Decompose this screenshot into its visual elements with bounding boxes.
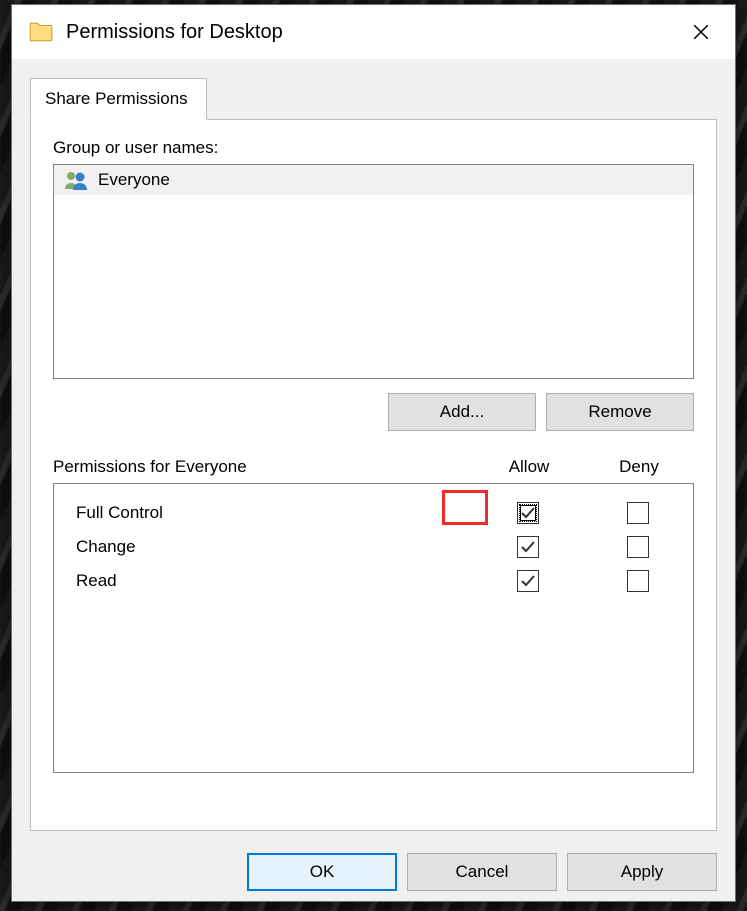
permission-row-read: Read xyxy=(54,564,693,598)
remove-button[interactable]: Remove xyxy=(546,393,694,431)
close-icon xyxy=(692,23,710,41)
permission-name: Full Control xyxy=(76,503,473,523)
permission-name: Change xyxy=(76,537,473,557)
group-buttons: Add... Remove xyxy=(53,393,694,431)
permission-row-change: Change xyxy=(54,530,693,564)
list-item[interactable]: Everyone xyxy=(54,165,693,195)
permission-row-full-control: Full Control xyxy=(54,496,693,530)
cancel-button[interactable]: Cancel xyxy=(407,853,557,891)
title-bar: Permissions for Desktop xyxy=(12,5,735,59)
permissions-dialog: Permissions for Desktop Share Permission… xyxy=(11,4,736,902)
dialog-footer: OK Cancel Apply xyxy=(12,843,735,901)
group-user-names-label: Group or user names: xyxy=(53,138,694,158)
deny-change-checkbox[interactable] xyxy=(627,536,649,558)
list-item-label: Everyone xyxy=(98,170,170,190)
allow-column-header: Allow xyxy=(474,457,584,477)
allow-full-control-checkbox[interactable] xyxy=(517,502,539,524)
add-button[interactable]: Add... xyxy=(388,393,536,431)
tab-share-permissions[interactable]: Share Permissions xyxy=(30,78,207,120)
window-title: Permissions for Desktop xyxy=(66,21,283,44)
group-icon xyxy=(62,169,90,191)
deny-column-header: Deny xyxy=(584,457,694,477)
tab-panel: Group or user names: Everyone Add xyxy=(30,119,717,831)
allow-change-checkbox[interactable] xyxy=(517,536,539,558)
tab-bar: Share Permissions xyxy=(30,75,717,119)
close-button[interactable] xyxy=(671,10,731,54)
apply-button[interactable]: Apply xyxy=(567,853,717,891)
client-area: Share Permissions Group or user names: E… xyxy=(12,59,735,843)
deny-full-control-checkbox[interactable] xyxy=(627,502,649,524)
folder-icon xyxy=(28,19,54,45)
group-user-names-list[interactable]: Everyone xyxy=(53,164,694,379)
permission-name: Read xyxy=(76,571,473,591)
ok-button[interactable]: OK xyxy=(247,853,397,891)
permissions-list: Full Control Change Read xyxy=(53,483,694,773)
permissions-header: Permissions for Everyone Allow Deny xyxy=(53,457,694,477)
allow-read-checkbox[interactable] xyxy=(517,570,539,592)
permissions-title: Permissions for Everyone xyxy=(53,457,474,477)
deny-read-checkbox[interactable] xyxy=(627,570,649,592)
